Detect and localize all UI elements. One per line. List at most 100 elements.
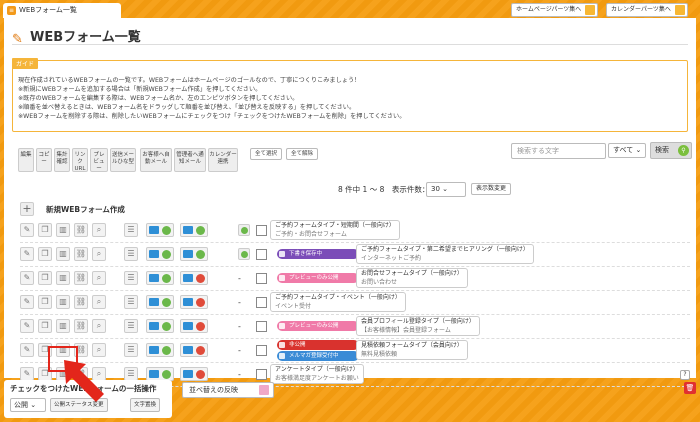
- col-link[interactable]: リンクURL: [72, 148, 88, 172]
- mail-template-icon[interactable]: ☰: [124, 247, 138, 261]
- link-icon[interactable]: ⛓: [74, 247, 88, 261]
- auto-mail-toggle[interactable]: [146, 223, 174, 237]
- search-button[interactable]: 検索 ⚲: [650, 142, 692, 159]
- status-badge: メルマガ登録受付中: [277, 351, 359, 361]
- divider: [12, 44, 688, 45]
- mail-template-icon[interactable]: ☰: [124, 295, 138, 309]
- admin-mail-toggle[interactable]: [180, 319, 208, 333]
- preview-icon[interactable]: ⌕: [92, 271, 106, 285]
- stats-icon[interactable]: ▥: [56, 295, 70, 309]
- form-title: 見積依頼フォームタイプ（会員向け）: [361, 342, 463, 349]
- stats-icon[interactable]: ▥: [56, 271, 70, 285]
- calendar-parts-button[interactable]: カレンダーパーツ集へ: [606, 3, 688, 17]
- admin-mail-toggle[interactable]: [180, 247, 208, 261]
- admin-mail-toggle[interactable]: [180, 343, 208, 357]
- col-auto-mail[interactable]: お客様へ自動メール: [140, 148, 172, 172]
- form-subtitle: お客様満足度アンケートお願い: [275, 375, 359, 382]
- edit-pencil-icon[interactable]: ✎: [20, 343, 34, 357]
- row-checkbox[interactable]: [256, 225, 267, 236]
- stats-icon[interactable]: ▥: [56, 247, 70, 261]
- auto-mail-toggle[interactable]: [146, 343, 174, 357]
- status-badge: 下書き保存中: [277, 249, 359, 259]
- row-checkbox[interactable]: [256, 297, 267, 308]
- guide-text: 現在作成されているWEBフォームの一覧です。WEBフォームはホームページのゴール…: [18, 77, 406, 120]
- bulk-status-select[interactable]: 公開 ⌄: [10, 398, 46, 412]
- mail-template-icon[interactable]: ☰: [124, 367, 138, 381]
- help-icon[interactable]: ?: [680, 370, 690, 380]
- link-icon[interactable]: ⛓: [74, 223, 88, 237]
- preview-icon[interactable]: ⌕: [92, 223, 106, 237]
- form-name-link[interactable]: ご予約フォームタイプ・イベント（一般向け） イベント受付: [270, 292, 406, 312]
- row-checkbox[interactable]: [256, 369, 267, 380]
- row-checkbox[interactable]: [256, 273, 267, 284]
- mail-template-icon[interactable]: ☰: [124, 223, 138, 237]
- select-all-button[interactable]: 全て選択: [250, 148, 282, 160]
- edit-pencil-icon[interactable]: ✎: [20, 367, 34, 381]
- auto-mail-toggle[interactable]: [146, 319, 174, 333]
- preview-icon[interactable]: ⌕: [92, 343, 106, 357]
- mail-icon: [149, 250, 159, 258]
- admin-mail-toggle[interactable]: [180, 223, 208, 237]
- auto-mail-toggle[interactable]: [146, 247, 174, 261]
- copy-icon[interactable]: ❐: [38, 223, 52, 237]
- add-form-button[interactable]: +: [20, 202, 34, 216]
- col-admin-mail[interactable]: 管理者へ通知メール: [174, 148, 206, 172]
- auto-mail-toggle[interactable]: [146, 271, 174, 285]
- edit-pencil-icon[interactable]: ✎: [20, 295, 34, 309]
- link-icon[interactable]: ⛓: [74, 271, 88, 285]
- mail-icon: [183, 346, 193, 354]
- tab-webform-list[interactable]: ≡ WEBフォーム一覧: [3, 3, 121, 18]
- form-name-link[interactable]: 会員プロフィール登録タイプ（一般向け） 【お客様情報】会員登録フォーム: [356, 316, 480, 336]
- guide-tag: ガイド: [12, 58, 39, 69]
- form-name-link[interactable]: アンケートタイプ（一般向け） お客様満足度アンケートお願い: [270, 364, 364, 384]
- mail-template-icon[interactable]: ☰: [124, 343, 138, 357]
- auto-mail-toggle[interactable]: [146, 367, 174, 381]
- admin-mail-toggle[interactable]: [180, 271, 208, 285]
- edit-pencil-icon[interactable]: ✎: [20, 271, 34, 285]
- per-page-select[interactable]: 30 ⌄: [426, 182, 466, 197]
- col-edit[interactable]: 編集: [18, 148, 34, 172]
- copy-icon[interactable]: ❐: [38, 319, 52, 333]
- deselect-all-button[interactable]: 全て解除: [286, 148, 318, 160]
- per-page-change-button[interactable]: 表示数変更: [471, 183, 511, 195]
- search-input[interactable]: 検索する文字: [511, 143, 606, 159]
- calendar-link-toggle[interactable]: [238, 224, 250, 236]
- col-stats[interactable]: 集計確認: [54, 148, 70, 172]
- search-scope-select[interactable]: すべて ⌄: [608, 143, 646, 158]
- copy-icon[interactable]: ❐: [38, 247, 52, 261]
- admin-mail-toggle[interactable]: [180, 295, 208, 309]
- col-mail-template[interactable]: 送信メールひな型: [110, 148, 136, 172]
- edit-pencil-icon[interactable]: ✎: [20, 247, 34, 261]
- row-checkbox[interactable]: [256, 249, 267, 260]
- homepage-parts-button[interactable]: ホームページパーツ集へ: [511, 3, 599, 17]
- new-form-label: 新規WEBフォーム作成: [46, 205, 125, 214]
- trash-icon[interactable]: 🗑: [684, 382, 696, 394]
- row-checkbox[interactable]: [256, 321, 267, 332]
- col-preview[interactable]: プレビュー: [90, 148, 108, 172]
- form-name-link[interactable]: お問合せフォームタイプ（一般向け） お問い合わせ: [356, 268, 468, 288]
- stats-icon[interactable]: ▥: [56, 223, 70, 237]
- link-icon[interactable]: ⛓: [74, 319, 88, 333]
- auto-mail-toggle[interactable]: [146, 295, 174, 309]
- link-icon[interactable]: ⛓: [74, 295, 88, 309]
- edit-pencil-icon[interactable]: ✎: [20, 223, 34, 237]
- form-name-link[interactable]: ご予約フォームタイプ・短期間（一般向け） ご予約・お問合せフォーム: [270, 220, 400, 240]
- form-name-link[interactable]: ご予約フォームタイプ・第二希望までヒアリング（一般向け） インターネットご予約: [356, 244, 534, 264]
- copy-icon[interactable]: ❐: [38, 271, 52, 285]
- calendar-link-toggle[interactable]: [238, 248, 250, 260]
- admin-mail-toggle[interactable]: [180, 367, 208, 381]
- edit-pencil-icon[interactable]: ✎: [20, 319, 34, 333]
- form-name-link[interactable]: 見積依頼フォームタイプ（会員向け） 無料見積依頼: [356, 340, 468, 360]
- mail-template-icon[interactable]: ☰: [124, 319, 138, 333]
- col-calendar[interactable]: カレンダー連携: [208, 148, 238, 172]
- row-checkbox[interactable]: [256, 345, 267, 356]
- copy-icon[interactable]: ❐: [38, 295, 52, 309]
- preview-icon[interactable]: ⌕: [92, 319, 106, 333]
- mail-template-icon[interactable]: ☰: [124, 271, 138, 285]
- rename-button[interactable]: 文字置換: [130, 398, 161, 412]
- col-copy[interactable]: コピー: [36, 148, 52, 172]
- preview-icon[interactable]: ⌕: [92, 247, 106, 261]
- apply-reorder-button[interactable]: 並べ替えの反映: [182, 382, 274, 398]
- preview-icon[interactable]: ⌕: [92, 295, 106, 309]
- stats-icon[interactable]: ▥: [56, 319, 70, 333]
